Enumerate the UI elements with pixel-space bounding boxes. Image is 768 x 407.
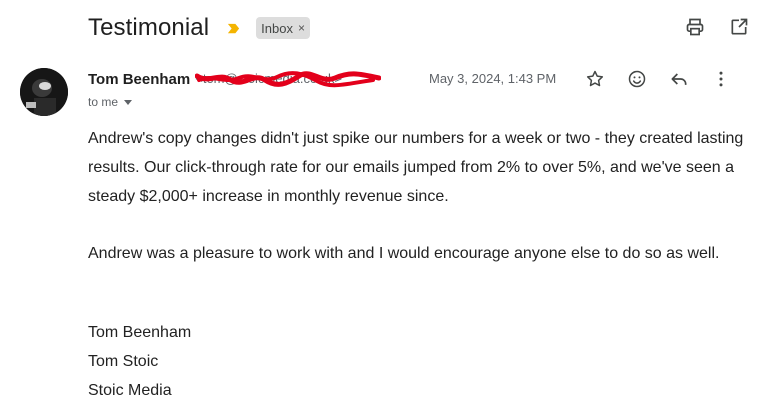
redaction-scribble bbox=[195, 71, 382, 88]
signature-line: Tom Beenham bbox=[88, 324, 192, 341]
recipient-text: to me bbox=[88, 95, 119, 109]
open-in-new-window-icon[interactable] bbox=[728, 16, 750, 38]
message-actions bbox=[584, 68, 732, 90]
signature-line: Stoic Media bbox=[88, 382, 172, 399]
chevron-down-icon bbox=[124, 99, 133, 105]
remove-label-button[interactable]: × bbox=[298, 21, 305, 35]
thread-toolbar bbox=[684, 16, 750, 38]
importance-marker-icon[interactable] bbox=[226, 21, 241, 36]
sender-row: Tom Beenham <tom@stoicmedia.co.uk> bbox=[88, 70, 382, 88]
sender-email: <tom@stoicmedia.co.uk> bbox=[195, 70, 382, 88]
email-signature: Tom Beenham Tom Stoic Stoic Media bbox=[88, 318, 191, 405]
inbox-label-chip: Inbox × bbox=[256, 17, 310, 39]
print-icon[interactable] bbox=[684, 16, 706, 38]
reply-icon[interactable] bbox=[668, 68, 690, 90]
email-body: Andrew's copy changes didn't just spike … bbox=[88, 124, 748, 296]
email-subject: Testimonial bbox=[88, 14, 210, 41]
subject-row: Testimonial Inbox × bbox=[88, 12, 310, 44]
signature-line: Tom Stoic bbox=[88, 353, 159, 370]
inbox-label-text: Inbox bbox=[261, 20, 293, 36]
sender-avatar[interactable] bbox=[20, 68, 68, 116]
body-paragraph: Andrew was a pleasure to work with and I… bbox=[88, 245, 720, 262]
emoji-react-icon[interactable] bbox=[626, 68, 648, 90]
recipient-details-toggle[interactable]: to me bbox=[88, 95, 133, 109]
sender-name[interactable]: Tom Beenham bbox=[88, 71, 190, 88]
more-vert-icon[interactable] bbox=[710, 68, 732, 90]
star-icon[interactable] bbox=[584, 68, 606, 90]
body-paragraph: Andrew's copy changes didn't just spike … bbox=[88, 130, 744, 205]
email-date: May 3, 2024, 1:43 PM bbox=[429, 71, 557, 86]
